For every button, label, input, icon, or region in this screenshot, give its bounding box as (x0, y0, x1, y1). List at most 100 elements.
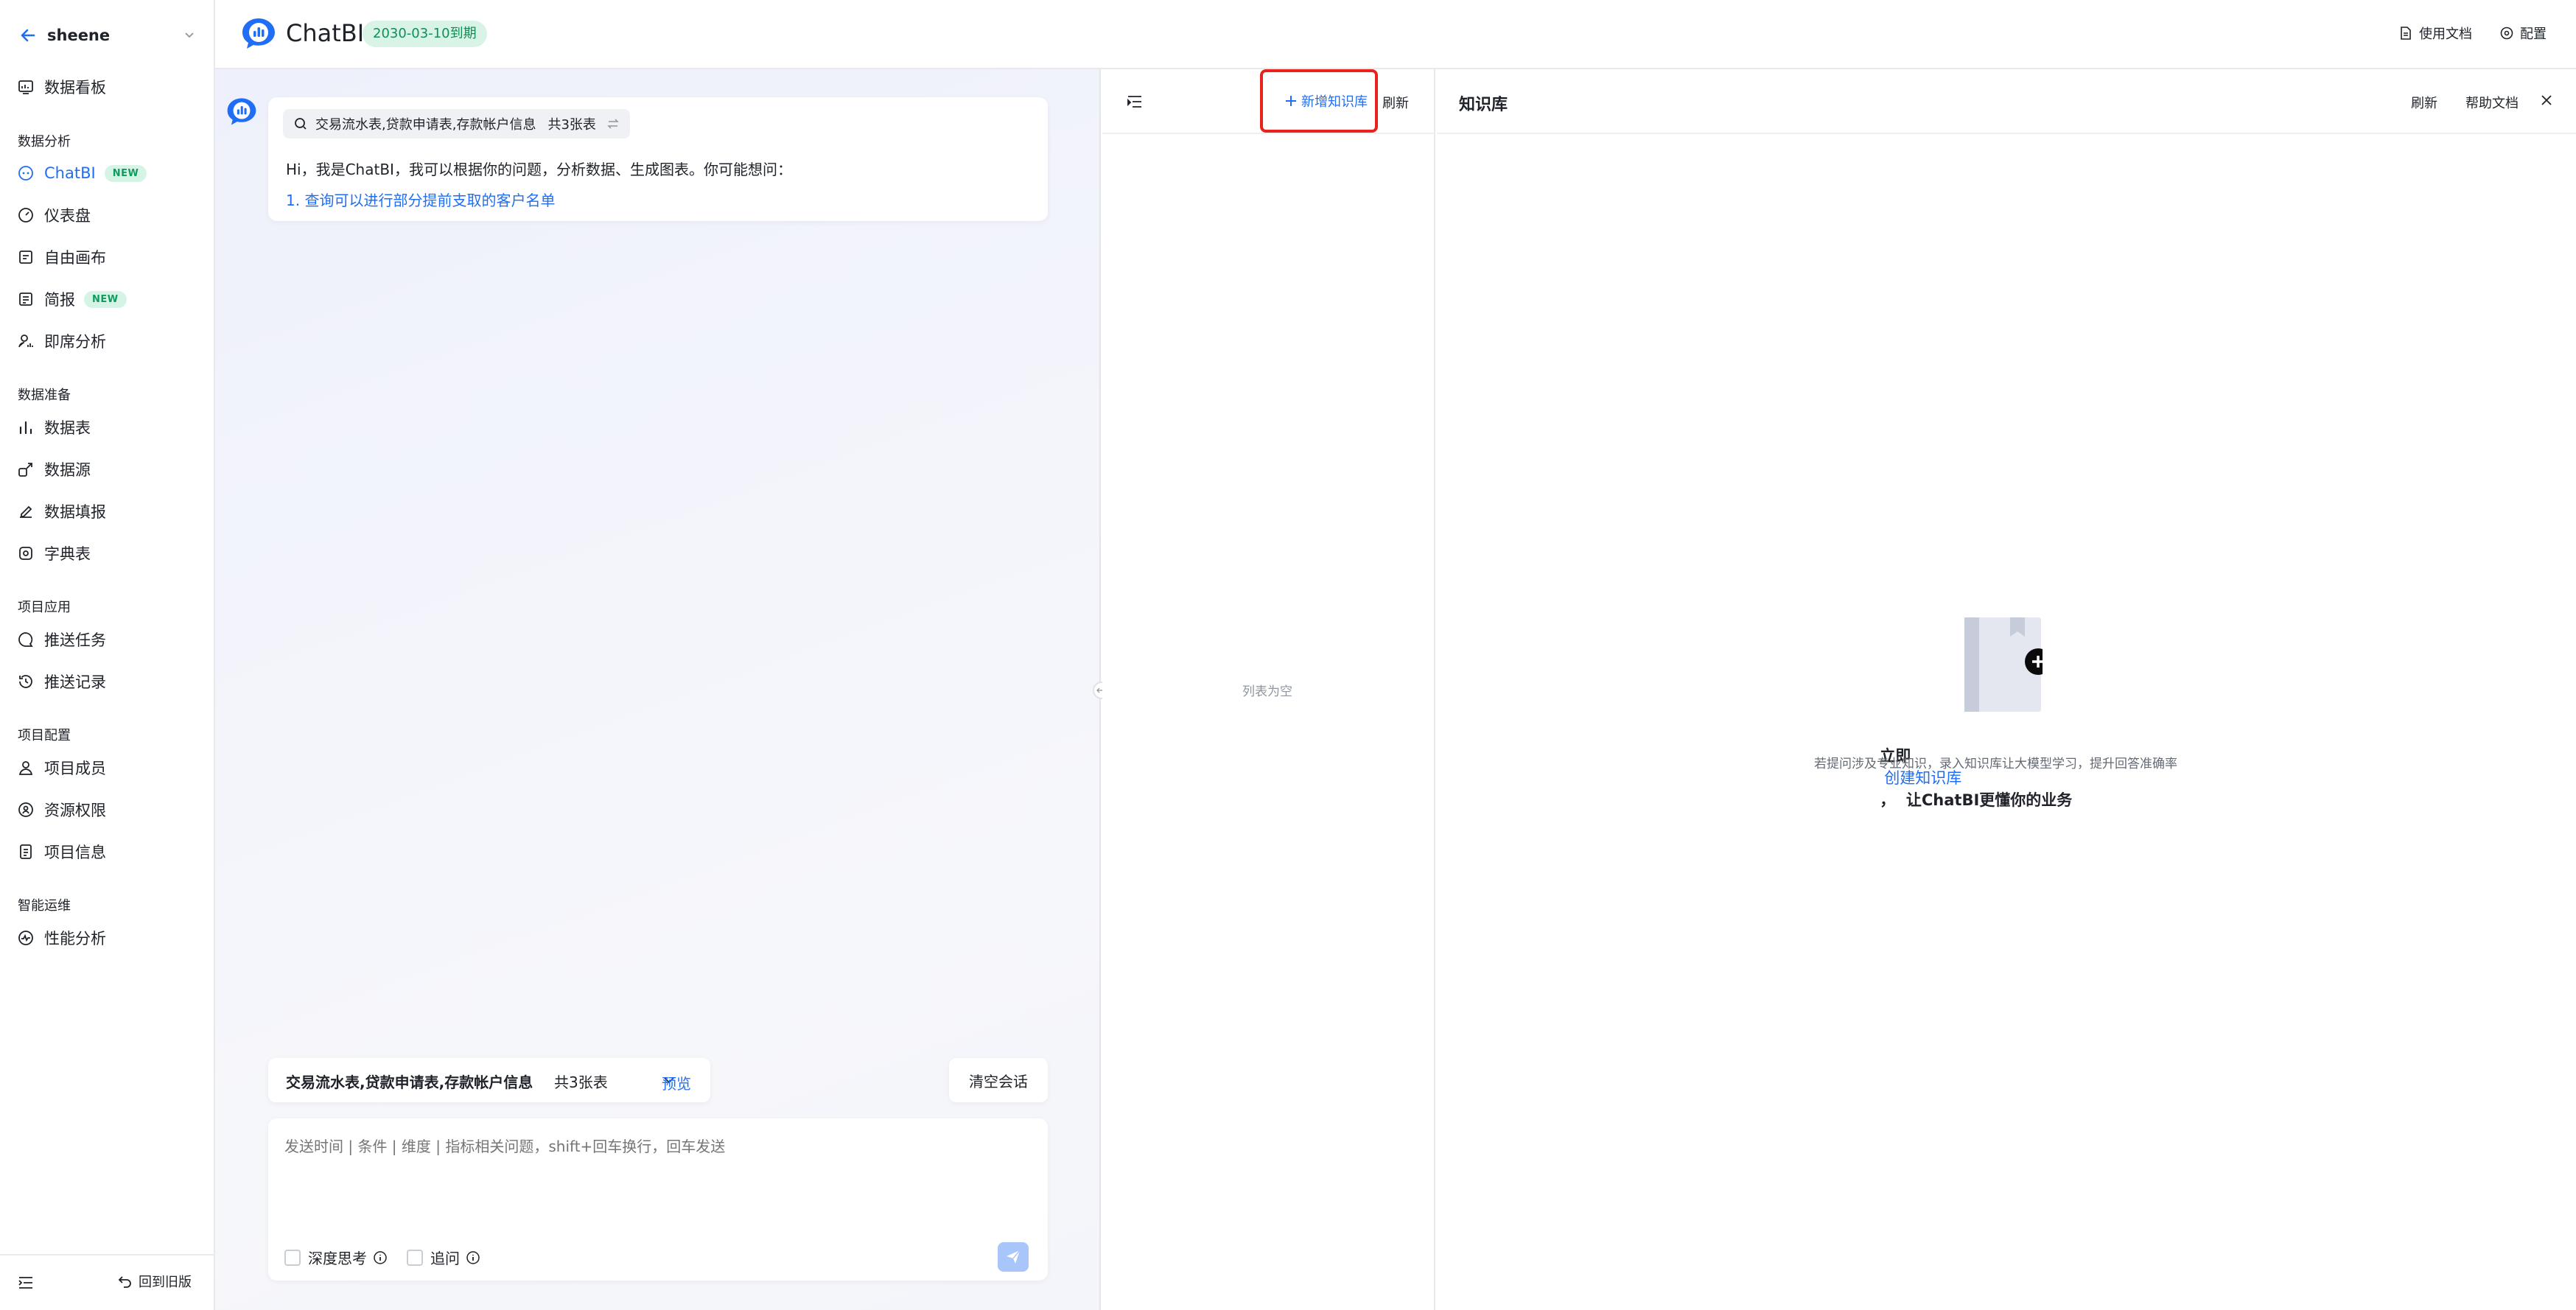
sidebar-item-push-record[interactable]: 推送记录 (16, 667, 200, 696)
kb-help-docs-link[interactable]: 帮助文档 (2465, 93, 2519, 112)
new-badge: NEW (84, 290, 127, 308)
swap-icon[interactable] (606, 117, 620, 130)
sidebar-item-permissions[interactable]: 资源权限 (16, 795, 200, 824)
sidebar-item-dashboard[interactable]: 仪表盘 (16, 200, 200, 230)
suggested-question[interactable]: 1. 查询可以进行部分提前支取的客户名单 (286, 189, 555, 210)
preview-link[interactable]: 预览 (662, 1072, 691, 1093)
sidebar-item-label: 字典表 (44, 545, 91, 563)
sidebar-item-label: 自由画布 (44, 249, 106, 267)
empty-book-icon (1961, 614, 2043, 715)
sidebar-section-title: 数据准备 (18, 388, 71, 403)
deep-think-checkbox[interactable] (284, 1249, 301, 1266)
sidebar-item-dashboard-board[interactable]: 数据看板 (16, 72, 200, 102)
undo-icon (118, 1274, 133, 1289)
config-link[interactable]: 配置 (2499, 24, 2547, 43)
selected-tables-count: 共3张表 (554, 1073, 608, 1091)
message-icon (16, 630, 35, 649)
sidebar: sheene 数据看板 数据分析 ChatBI NEW 仪表盘 自由画布 简报 … (0, 0, 215, 1310)
docs-label: 使用文档 (2419, 27, 2472, 42)
sidebar-item-performance[interactable]: 性能分析 (16, 923, 200, 953)
history-icon (16, 672, 35, 691)
sidebar-item-label: 数据看板 (44, 79, 106, 97)
sidebar-section-title: 数据分析 (18, 134, 71, 150)
sidebar-item-chatbi[interactable]: ChatBI NEW (16, 158, 200, 188)
bar-chart-icon (16, 418, 35, 437)
sidebar-item-brief[interactable]: 简报 NEW (16, 284, 200, 314)
shield-user-icon (16, 800, 35, 819)
kb-list-refresh-button[interactable]: 刷新 (1382, 93, 1409, 112)
sidebar-item-dictionary[interactable]: 字典表 (16, 539, 200, 568)
tables-chip-count: 共3张表 (547, 117, 596, 133)
info-icon[interactable] (373, 1250, 388, 1265)
add-kb-label: 新增知识库 (1301, 94, 1368, 110)
sidebar-section-title: 项目配置 (18, 728, 71, 743)
sidebar-item-canvas[interactable]: 自由画布 (16, 242, 200, 272)
user-analysis-icon (16, 332, 35, 351)
document-icon (16, 842, 35, 861)
chat-panel: 交易流水表,贷款申请表,存款帐户信息 共3张表 Hi，我是ChatBI，我可以根… (215, 69, 1101, 1310)
back-to-old-version[interactable]: 回到旧版 (118, 1272, 192, 1291)
add-knowledge-base-button[interactable]: 新增知识库 (1284, 91, 1368, 111)
sidebar-item-label: 资源权限 (44, 802, 106, 819)
project-switcher[interactable]: sheene (19, 21, 196, 50)
collapse-sidebar-icon[interactable] (16, 1273, 35, 1292)
empty-list-text: 列表为空 (1242, 684, 1292, 699)
sidebar-item-adhoc[interactable]: 即席分析 (16, 326, 200, 356)
sidebar-item-label: ChatBI (44, 164, 96, 182)
gear-icon (2499, 26, 2514, 41)
chat-input[interactable] (284, 1135, 1029, 1216)
info-icon[interactable] (466, 1250, 480, 1265)
arrow-left-icon[interactable] (19, 27, 37, 44)
clear-conversation-button[interactable]: 清空会话 (949, 1058, 1048, 1102)
sidebar-section-title: 智能运维 (18, 898, 71, 914)
back-to-old-label: 回到旧版 (139, 1275, 192, 1290)
config-label: 配置 (2520, 27, 2547, 42)
selected-tables: 交易流水表,贷款申请表,存款帐户信息 (286, 1073, 533, 1091)
deep-think-option[interactable]: 深度思考 (284, 1247, 388, 1268)
deep-think-label: 深度思考 (308, 1250, 367, 1267)
sidebar-item-project-info[interactable]: 项目信息 (16, 837, 200, 866)
sidebar-item-push-task[interactable]: 推送任务 (16, 625, 200, 654)
sidebar-item-label: 项目成员 (44, 760, 106, 777)
top-bar: ChatBI 2030-03-10到期 使用文档 配置 (215, 0, 2576, 69)
canvas-icon (16, 248, 35, 267)
link-icon (16, 460, 35, 479)
list-tree-icon[interactable] (1126, 93, 1144, 111)
report-icon (16, 290, 35, 309)
knowledge-base-list-panel: 新增知识库 刷新 列表为空 (1102, 69, 1435, 1310)
project-name: sheene (47, 27, 111, 44)
empty-suffix: ， 让ChatBI更懂你的业务 (1880, 791, 2073, 809)
docs-link[interactable]: 使用文档 (2398, 24, 2472, 43)
expiry-badge: 2030-03-10到期 (363, 21, 487, 47)
sidebar-item-label: 项目信息 (44, 844, 106, 861)
sidebar-item-label: 推送任务 (44, 631, 106, 649)
tables-chip-label: 交易流水表,贷款申请表,存款帐户信息 (315, 117, 536, 133)
table-selector[interactable]: 交易流水表,贷款申请表,存款帐户信息 共3张表 (268, 1058, 710, 1102)
tables-chip[interactable]: 交易流水表,贷款申请表,存款帐户信息 共3张表 (283, 109, 630, 139)
close-icon[interactable] (2539, 93, 2554, 108)
sidebar-item-members[interactable]: 项目成员 (16, 753, 200, 782)
kb-header (1437, 69, 2576, 134)
follow-up-label: 追问 (430, 1250, 460, 1267)
send-button[interactable] (998, 1242, 1029, 1272)
welcome-message: 交易流水表,贷款申请表,存款帐户信息 共3张表 Hi，我是ChatBI，我可以根… (268, 97, 1048, 221)
search-icon (293, 116, 308, 131)
sidebar-item-datafill[interactable]: 数据填报 (16, 497, 200, 526)
chatbot-icon (16, 164, 35, 183)
follow-up-option[interactable]: 追问 (407, 1247, 480, 1268)
sidebar-item-label: 性能分析 (44, 930, 106, 948)
sidebar-item-label: 即席分析 (44, 333, 106, 351)
create-knowledge-base-link[interactable]: 创建知识库 (1884, 769, 1961, 787)
kb-refresh-button[interactable]: 刷新 (2411, 93, 2437, 112)
sidebar-item-label: 数据源 (44, 461, 91, 479)
sidebar-item-label: 简报 (44, 291, 75, 309)
new-badge: NEW (104, 164, 147, 182)
follow-up-checkbox[interactable] (407, 1249, 423, 1266)
document-icon (2398, 26, 2413, 41)
sidebar-item-datatable[interactable]: 数据表 (16, 413, 200, 442)
send-icon (1004, 1248, 1022, 1266)
chevron-down-icon[interactable] (183, 28, 196, 41)
pencil-icon (16, 502, 35, 521)
kb-title: 知识库 (1459, 96, 1508, 114)
sidebar-item-datasource[interactable]: 数据源 (16, 455, 200, 484)
